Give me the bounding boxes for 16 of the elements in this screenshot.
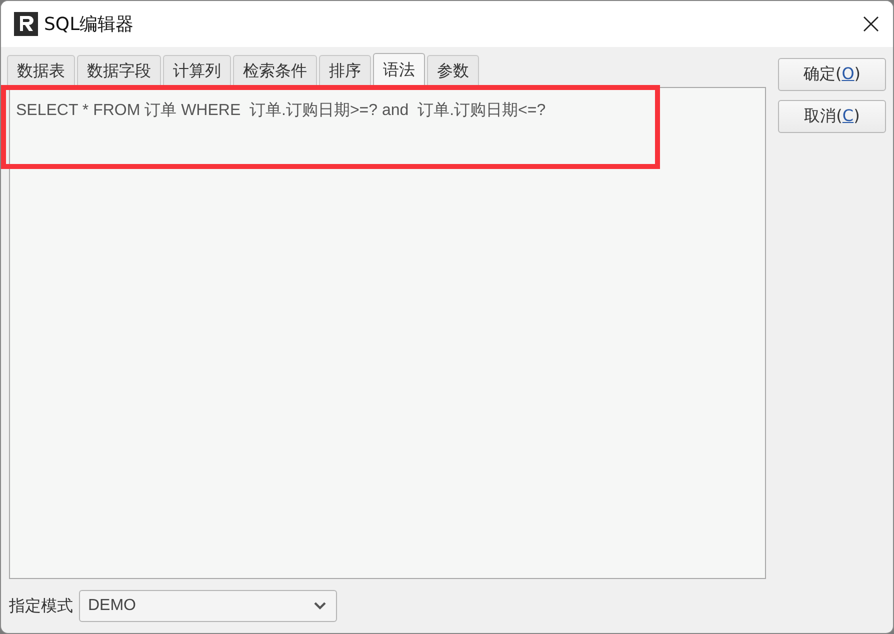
ok-button[interactable]: 确定(O)	[778, 58, 886, 91]
tab[interactable]: 数据表	[7, 55, 75, 85]
schema-label: 指定模式	[9, 596, 73, 616]
close-icon[interactable]	[863, 16, 879, 32]
tab[interactable]: 检索条件	[233, 55, 317, 85]
cancel-button[interactable]: 取消(C)	[778, 100, 886, 133]
schema-dropdown[interactable]: DEMO	[79, 590, 337, 622]
tab[interactable]: 语法	[373, 53, 425, 85]
tab[interactable]: 数据字段	[77, 55, 161, 85]
tab[interactable]: 计算列	[163, 55, 231, 85]
chevron-down-icon	[314, 602, 326, 610]
app-logo-icon	[14, 12, 38, 36]
window-title: SQL编辑器	[44, 13, 134, 36]
sql-text-area[interactable]: SELECT * FROM 订单 WHERE 订单.订购日期>=? and 订单.订购日期<=?	[9, 87, 766, 579]
tab[interactable]: 参数	[427, 55, 479, 85]
tab[interactable]: 排序	[319, 55, 371, 85]
